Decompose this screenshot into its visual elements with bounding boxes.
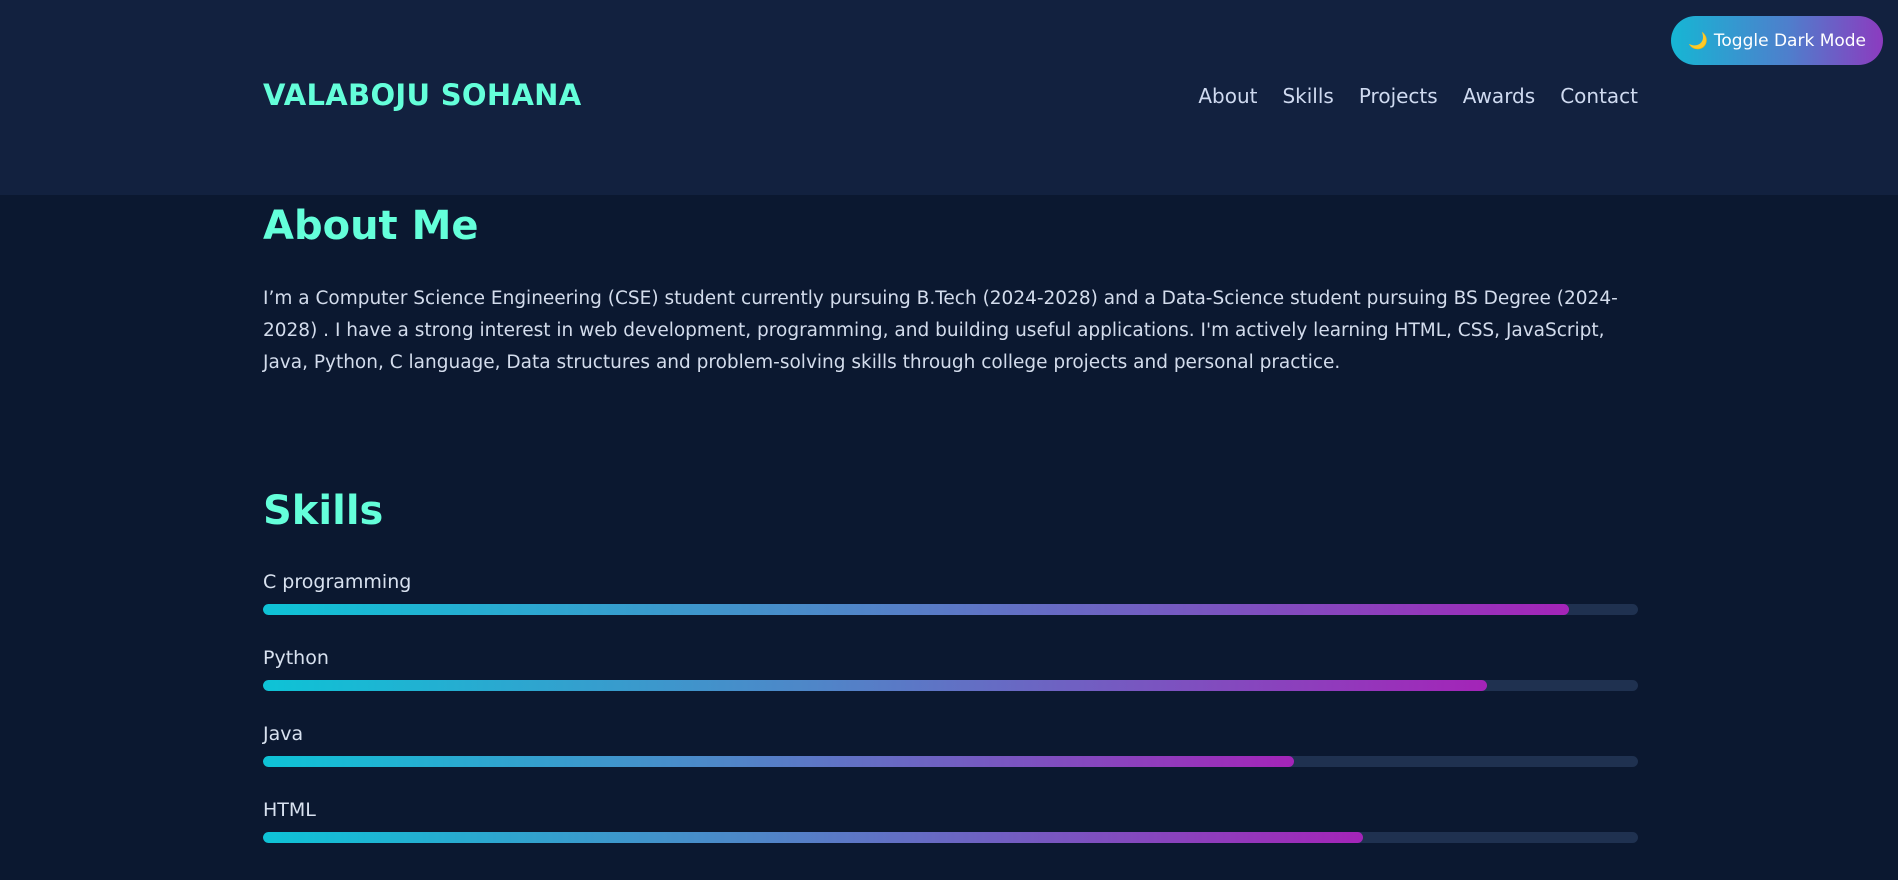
main-nav: About Skills Projects Awards Contact: [1198, 84, 1638, 108]
nav-awards[interactable]: Awards: [1463, 84, 1535, 108]
moon-icon: 🌙: [1687, 31, 1708, 50]
toggle-dark-mode-label: Toggle Dark Mode: [1713, 30, 1867, 51]
skill-bar-track: [263, 756, 1638, 767]
nav-contact[interactable]: Contact: [1560, 84, 1638, 108]
site-header: VALABOJU SOHANA About Skills Projects Aw…: [0, 0, 1898, 195]
skill-item: Java: [263, 722, 1638, 767]
nav-projects[interactable]: Projects: [1359, 84, 1438, 108]
skill-item: HTML: [263, 798, 1638, 843]
skill-bar-fill: [263, 832, 1363, 843]
about-title: About Me: [263, 203, 479, 249]
skill-name: C programming: [263, 571, 412, 593]
toggle-dark-mode-button[interactable]: 🌙 Toggle Dark Mode: [1671, 16, 1883, 65]
skill-bar-track: [263, 604, 1638, 615]
skill-bar-fill: [263, 680, 1487, 691]
skill-bar-fill: [263, 604, 1570, 615]
skills-title: Skills: [263, 488, 384, 534]
skill-bar-fill: [263, 756, 1295, 767]
skill-bar-track: [263, 680, 1638, 691]
skill-item: C programming: [263, 570, 1638, 615]
skill-name: Python: [263, 647, 329, 669]
site-brand[interactable]: VALABOJU SOHANA: [263, 78, 582, 112]
skill-name: HTML: [263, 799, 316, 821]
skill-bar-track: [263, 832, 1638, 843]
nav-skills[interactable]: Skills: [1282, 84, 1333, 108]
nav-about[interactable]: About: [1198, 84, 1257, 108]
about-text: I’m a Computer Science Engineering (CSE)…: [263, 288, 1618, 373]
skill-item: Python: [263, 646, 1638, 691]
skill-name: Java: [263, 723, 304, 745]
